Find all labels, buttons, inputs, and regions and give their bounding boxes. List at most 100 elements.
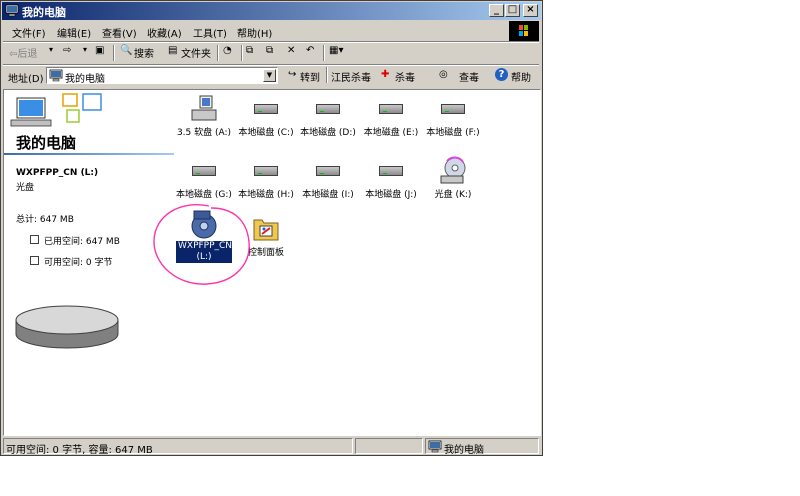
hard-drive-icon xyxy=(375,94,407,124)
disk-usage-pie xyxy=(15,305,119,349)
go-arrow-icon: ↪ xyxy=(288,69,297,80)
maximize-button[interactable]: □ xyxy=(505,4,520,17)
back-button[interactable]: ⇦后退 xyxy=(9,45,37,60)
drive-d[interactable]: 本地磁盘 (D:) xyxy=(293,94,363,138)
toolbar-separator xyxy=(241,45,243,61)
selected-drive-type: 光盘 xyxy=(16,183,35,193)
floppy-drive-a[interactable]: 3.5 软盘 (A:) xyxy=(169,94,239,138)
item-label: 本地磁盘 (D:) xyxy=(300,128,356,138)
my-computer-icon xyxy=(5,4,19,17)
my-computer-icon xyxy=(428,440,442,453)
link-help[interactable]: 帮助 xyxy=(511,69,531,84)
my-computer-icon xyxy=(49,69,63,82)
content-area: 我的电脑 WXPFPP_CN (L:) 光盘 总计: 647 MB 已用空间: … xyxy=(3,89,541,436)
toolbar-separator xyxy=(217,45,219,61)
copy-to-icon[interactable]: ⧉ xyxy=(266,45,273,56)
forward-button[interactable]: ⇨ xyxy=(63,45,71,56)
free-space: 可用空间: 0 字节 xyxy=(44,258,113,268)
cd-drive-k[interactable]: 光盘 (K:) xyxy=(418,156,488,200)
hard-drive-icon xyxy=(312,156,344,186)
address-label: 地址(D) xyxy=(8,74,44,85)
item-label: 本地磁盘 (J:) xyxy=(365,190,417,200)
item-label: 光盘 (K:) xyxy=(434,190,472,200)
scan-disk-icon: ◎ xyxy=(439,69,448,80)
address-input[interactable]: 我的电脑 ▼ xyxy=(46,67,278,85)
menu-view[interactable]: 查看(V) xyxy=(102,25,137,40)
address-bar: 地址(D) 我的电脑 ▼ ↪ 转到 江民杀毒 ✚ 杀毒 ◎ 查毒 ? 帮助 xyxy=(3,65,541,87)
windows-logo-icon xyxy=(509,21,539,41)
toolbar-separator xyxy=(326,67,328,83)
drive-h[interactable]: 本地磁盘 (H:) xyxy=(231,156,301,200)
back-dropdown[interactable]: ▾ xyxy=(49,45,53,54)
up-folder-icon[interactable]: ▣ xyxy=(95,45,104,56)
explorer-window: 我的电脑 _ □ × 文件(F) 编辑(E) 查看(V) 收藏(A) 工具(T)… xyxy=(0,0,543,456)
address-value: 我的电脑 xyxy=(65,74,105,85)
help-icon: ? xyxy=(495,68,508,81)
move-to-icon[interactable]: ⧉ xyxy=(246,45,253,56)
menu-tools[interactable]: 工具(T) xyxy=(193,25,227,40)
search-button[interactable]: 搜索 xyxy=(134,45,154,60)
free-space-legend-swatch xyxy=(30,256,39,265)
title-bar[interactable]: 我的电脑 _ □ × xyxy=(2,2,541,20)
hard-drive-icon xyxy=(437,94,469,124)
folders-icon[interactable]: ▤ xyxy=(168,45,177,56)
status-left-panel: 可用空间: 0 字节, 容量: 647 MB xyxy=(3,438,353,456)
status-location: 我的电脑 xyxy=(444,445,484,456)
floppy-drive-icon xyxy=(188,94,220,124)
hard-drive-icon xyxy=(375,156,407,186)
link-jiangmin[interactable]: 江民杀毒 xyxy=(331,69,371,84)
panel-title-underline xyxy=(4,153,174,155)
used-space-legend-swatch xyxy=(30,235,39,244)
selected-drive-name: WXPFPP_CN (L:) xyxy=(16,168,99,178)
annotation-circle xyxy=(153,204,250,285)
menu-file[interactable]: 文件(F) xyxy=(12,25,46,40)
panel-title: 我的电脑 xyxy=(16,134,77,152)
antivirus-cross-icon: ✚ xyxy=(381,69,390,80)
window-title: 我的电脑 xyxy=(22,6,66,19)
status-free-space: 可用空间: 0 字节, 容量: 647 MB xyxy=(6,445,153,456)
item-label: 本地磁盘 (I:) xyxy=(302,190,354,200)
menu-bar: 文件(F) 编辑(E) 查看(V) 收藏(A) 工具(T) 帮助(H) xyxy=(3,22,541,41)
menu-favorites[interactable]: 收藏(A) xyxy=(147,25,182,40)
link-kill-virus[interactable]: 杀毒 xyxy=(395,69,415,84)
item-label: 本地磁盘 (E:) xyxy=(363,128,419,138)
item-label: 3.5 软盘 (A:) xyxy=(176,128,232,138)
go-button[interactable]: 转到 xyxy=(300,69,320,84)
menu-help[interactable]: 帮助(H) xyxy=(237,25,272,40)
undo-icon[interactable]: ↶ xyxy=(306,45,314,56)
hard-drive-icon xyxy=(188,156,220,186)
minimize-button[interactable]: _ xyxy=(489,4,504,17)
drive-e[interactable]: 本地磁盘 (E:) xyxy=(356,94,426,138)
menu-edit[interactable]: 编辑(E) xyxy=(57,25,91,40)
drive-i[interactable]: 本地磁盘 (I:) xyxy=(293,156,363,200)
item-label: 本地磁盘 (C:) xyxy=(238,128,294,138)
status-middle-panel xyxy=(355,438,423,454)
control-panel-icon xyxy=(250,214,282,244)
history-icon[interactable]: ◔ xyxy=(223,45,232,56)
status-right-panel: 我的电脑 xyxy=(425,438,539,456)
cd-drive-icon xyxy=(437,156,469,186)
hard-drive-icon xyxy=(312,94,344,124)
used-space: 已用空间: 647 MB xyxy=(44,237,120,247)
status-bar: 可用空间: 0 字节, 容量: 647 MB 我的电脑 xyxy=(3,437,541,456)
item-label: 本地磁盘 (F:) xyxy=(426,128,480,138)
address-dropdown-button[interactable]: ▼ xyxy=(263,69,276,82)
my-computer-banner-icon xyxy=(10,93,102,127)
drive-f[interactable]: 本地磁盘 (F:) xyxy=(418,94,488,138)
total-size: 总计: 647 MB xyxy=(16,215,74,225)
link-scan-virus[interactable]: 查毒 xyxy=(459,69,479,84)
drive-c[interactable]: 本地磁盘 (C:) xyxy=(231,94,301,138)
hard-drive-icon xyxy=(250,156,282,186)
drive-g[interactable]: 本地磁盘 (G:) xyxy=(169,156,239,200)
search-icon[interactable]: 🔍 xyxy=(120,45,132,56)
hard-drive-icon xyxy=(250,94,282,124)
toolbar-separator xyxy=(113,45,115,61)
toolbar-separator xyxy=(323,45,325,61)
close-button[interactable]: × xyxy=(523,4,538,17)
views-icon[interactable]: ▦▾ xyxy=(329,45,343,56)
forward-dropdown[interactable]: ▾ xyxy=(83,45,87,54)
drive-j[interactable]: 本地磁盘 (J:) xyxy=(356,156,426,200)
toolbar: ⇦后退 ▾ ⇨ ▾ ▣ 🔍 搜索 ▤ 文件夹 ◔ ⧉ ⧉ ✕ ↶ ▦▾ xyxy=(3,42,541,64)
delete-icon[interactable]: ✕ xyxy=(287,45,295,56)
folders-button[interactable]: 文件夹 xyxy=(181,45,211,60)
